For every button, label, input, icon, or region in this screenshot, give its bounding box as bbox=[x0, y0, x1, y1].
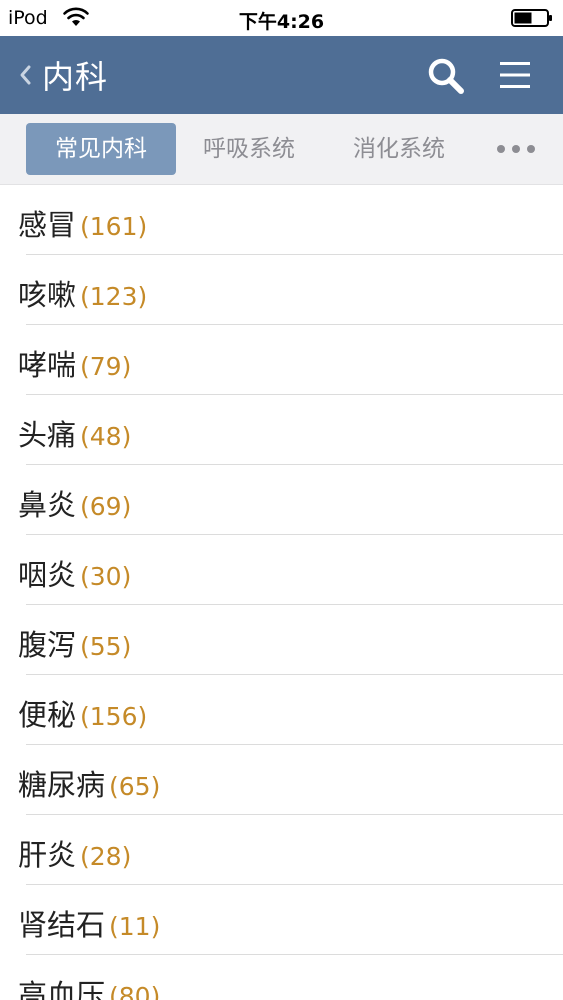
item-name: 肾结石 bbox=[18, 908, 106, 942]
disease-list: 感冒 (161) 咳嗽 (123) 哮喘 (79) 头痛 (48) 鼻炎 (69) 咽炎(… bbox=[0, 185, 563, 1000]
hamburger-menu-icon[interactable] bbox=[498, 58, 532, 92]
page-title: 内科 bbox=[42, 58, 109, 96]
list-item[interactable]: 肝炎 (28) bbox=[0, 815, 563, 885]
item-count: (65) bbox=[109, 772, 161, 801]
list-item[interactable]: 高血压 (80) bbox=[0, 955, 563, 1000]
item-name: 咳嗽 bbox=[18, 278, 77, 312]
search-icon[interactable] bbox=[426, 56, 466, 96]
item-name: 腹泻 bbox=[18, 628, 77, 662]
item-count: (79) bbox=[80, 352, 132, 381]
battery-icon bbox=[511, 9, 552, 27]
list-item[interactable]: 咳嗽 (123) bbox=[0, 255, 563, 325]
more-dots-icon[interactable] bbox=[494, 134, 538, 164]
back-button[interactable]: 内科 bbox=[16, 52, 108, 98]
list-item[interactable]: 鼻炎 (69) bbox=[0, 465, 563, 535]
tab-common-internal[interactable]: 常见内科 bbox=[26, 123, 176, 175]
item-name: 便秘 bbox=[18, 698, 77, 732]
item-label: 便秘 (156) bbox=[18, 692, 147, 734]
item-count: (30) bbox=[80, 562, 132, 591]
item-label: 鼻炎 (69) bbox=[18, 482, 131, 524]
tab-digestive[interactable]: 消化系统 bbox=[326, 123, 472, 175]
item-label: 糖尿病 (65) bbox=[18, 762, 160, 804]
list-item[interactable]: 糖尿病 (65) bbox=[0, 745, 563, 815]
list-item[interactable]: 肾结石 (11) bbox=[0, 885, 563, 955]
tab-respiratory[interactable]: 呼吸系统 bbox=[176, 123, 322, 175]
item-label: 高血压 (80) bbox=[18, 972, 160, 1000]
item-count: (80) bbox=[109, 982, 161, 1000]
item-count: (48) bbox=[80, 422, 132, 451]
item-name: 咽炎 bbox=[18, 558, 77, 592]
item-count: (55) bbox=[80, 632, 132, 661]
list-item[interactable]: 哮喘 (79) bbox=[0, 325, 563, 395]
item-label: 哮喘 (79) bbox=[18, 342, 131, 384]
list-item[interactable]: 感冒 (161) bbox=[0, 185, 563, 255]
item-count: (28) bbox=[80, 842, 132, 871]
list-item[interactable]: 腹泻 (55) bbox=[0, 605, 563, 675]
item-label: 肝炎 (28) bbox=[18, 832, 131, 874]
item-name: 糖尿病 bbox=[18, 768, 106, 802]
item-label: 肾结石 (11) bbox=[18, 902, 160, 944]
list-item[interactable]: 便秘 (156) bbox=[0, 675, 563, 745]
status-bar: iPod 下午4:26 bbox=[0, 0, 563, 36]
item-count: (123) bbox=[80, 282, 148, 311]
item-name: 哮喘 bbox=[18, 348, 77, 382]
item-label: 腹泻 (55) bbox=[18, 622, 131, 664]
item-count: (69) bbox=[80, 492, 132, 521]
item-name: 感冒 bbox=[18, 208, 77, 242]
item-label: 感冒 (161) bbox=[18, 202, 147, 244]
item-label: 咽炎 (30) bbox=[18, 552, 131, 594]
item-name: 头痛 bbox=[18, 418, 77, 452]
item-count: (156) bbox=[80, 702, 148, 731]
item-name: 鼻炎 bbox=[18, 488, 77, 522]
item-label: 头痛 (48) bbox=[18, 412, 131, 454]
item-name: 肝炎 bbox=[18, 838, 77, 872]
item-count: (11) bbox=[109, 912, 161, 941]
list-item[interactable]: 咽炎 (30) bbox=[0, 535, 563, 605]
chevron-left-icon bbox=[20, 65, 31, 85]
item-label: 咳嗽 (123) bbox=[18, 272, 147, 314]
item-count: (161) bbox=[80, 212, 148, 241]
list-item[interactable]: 头痛 (48) bbox=[0, 395, 563, 465]
category-tabs: 常见内科 呼吸系统 消化系统 bbox=[0, 114, 563, 185]
status-time: 下午4:26 bbox=[238, 11, 325, 33]
nav-bar: 内科 bbox=[0, 36, 563, 114]
item-name: 高血压 bbox=[18, 978, 106, 1000]
